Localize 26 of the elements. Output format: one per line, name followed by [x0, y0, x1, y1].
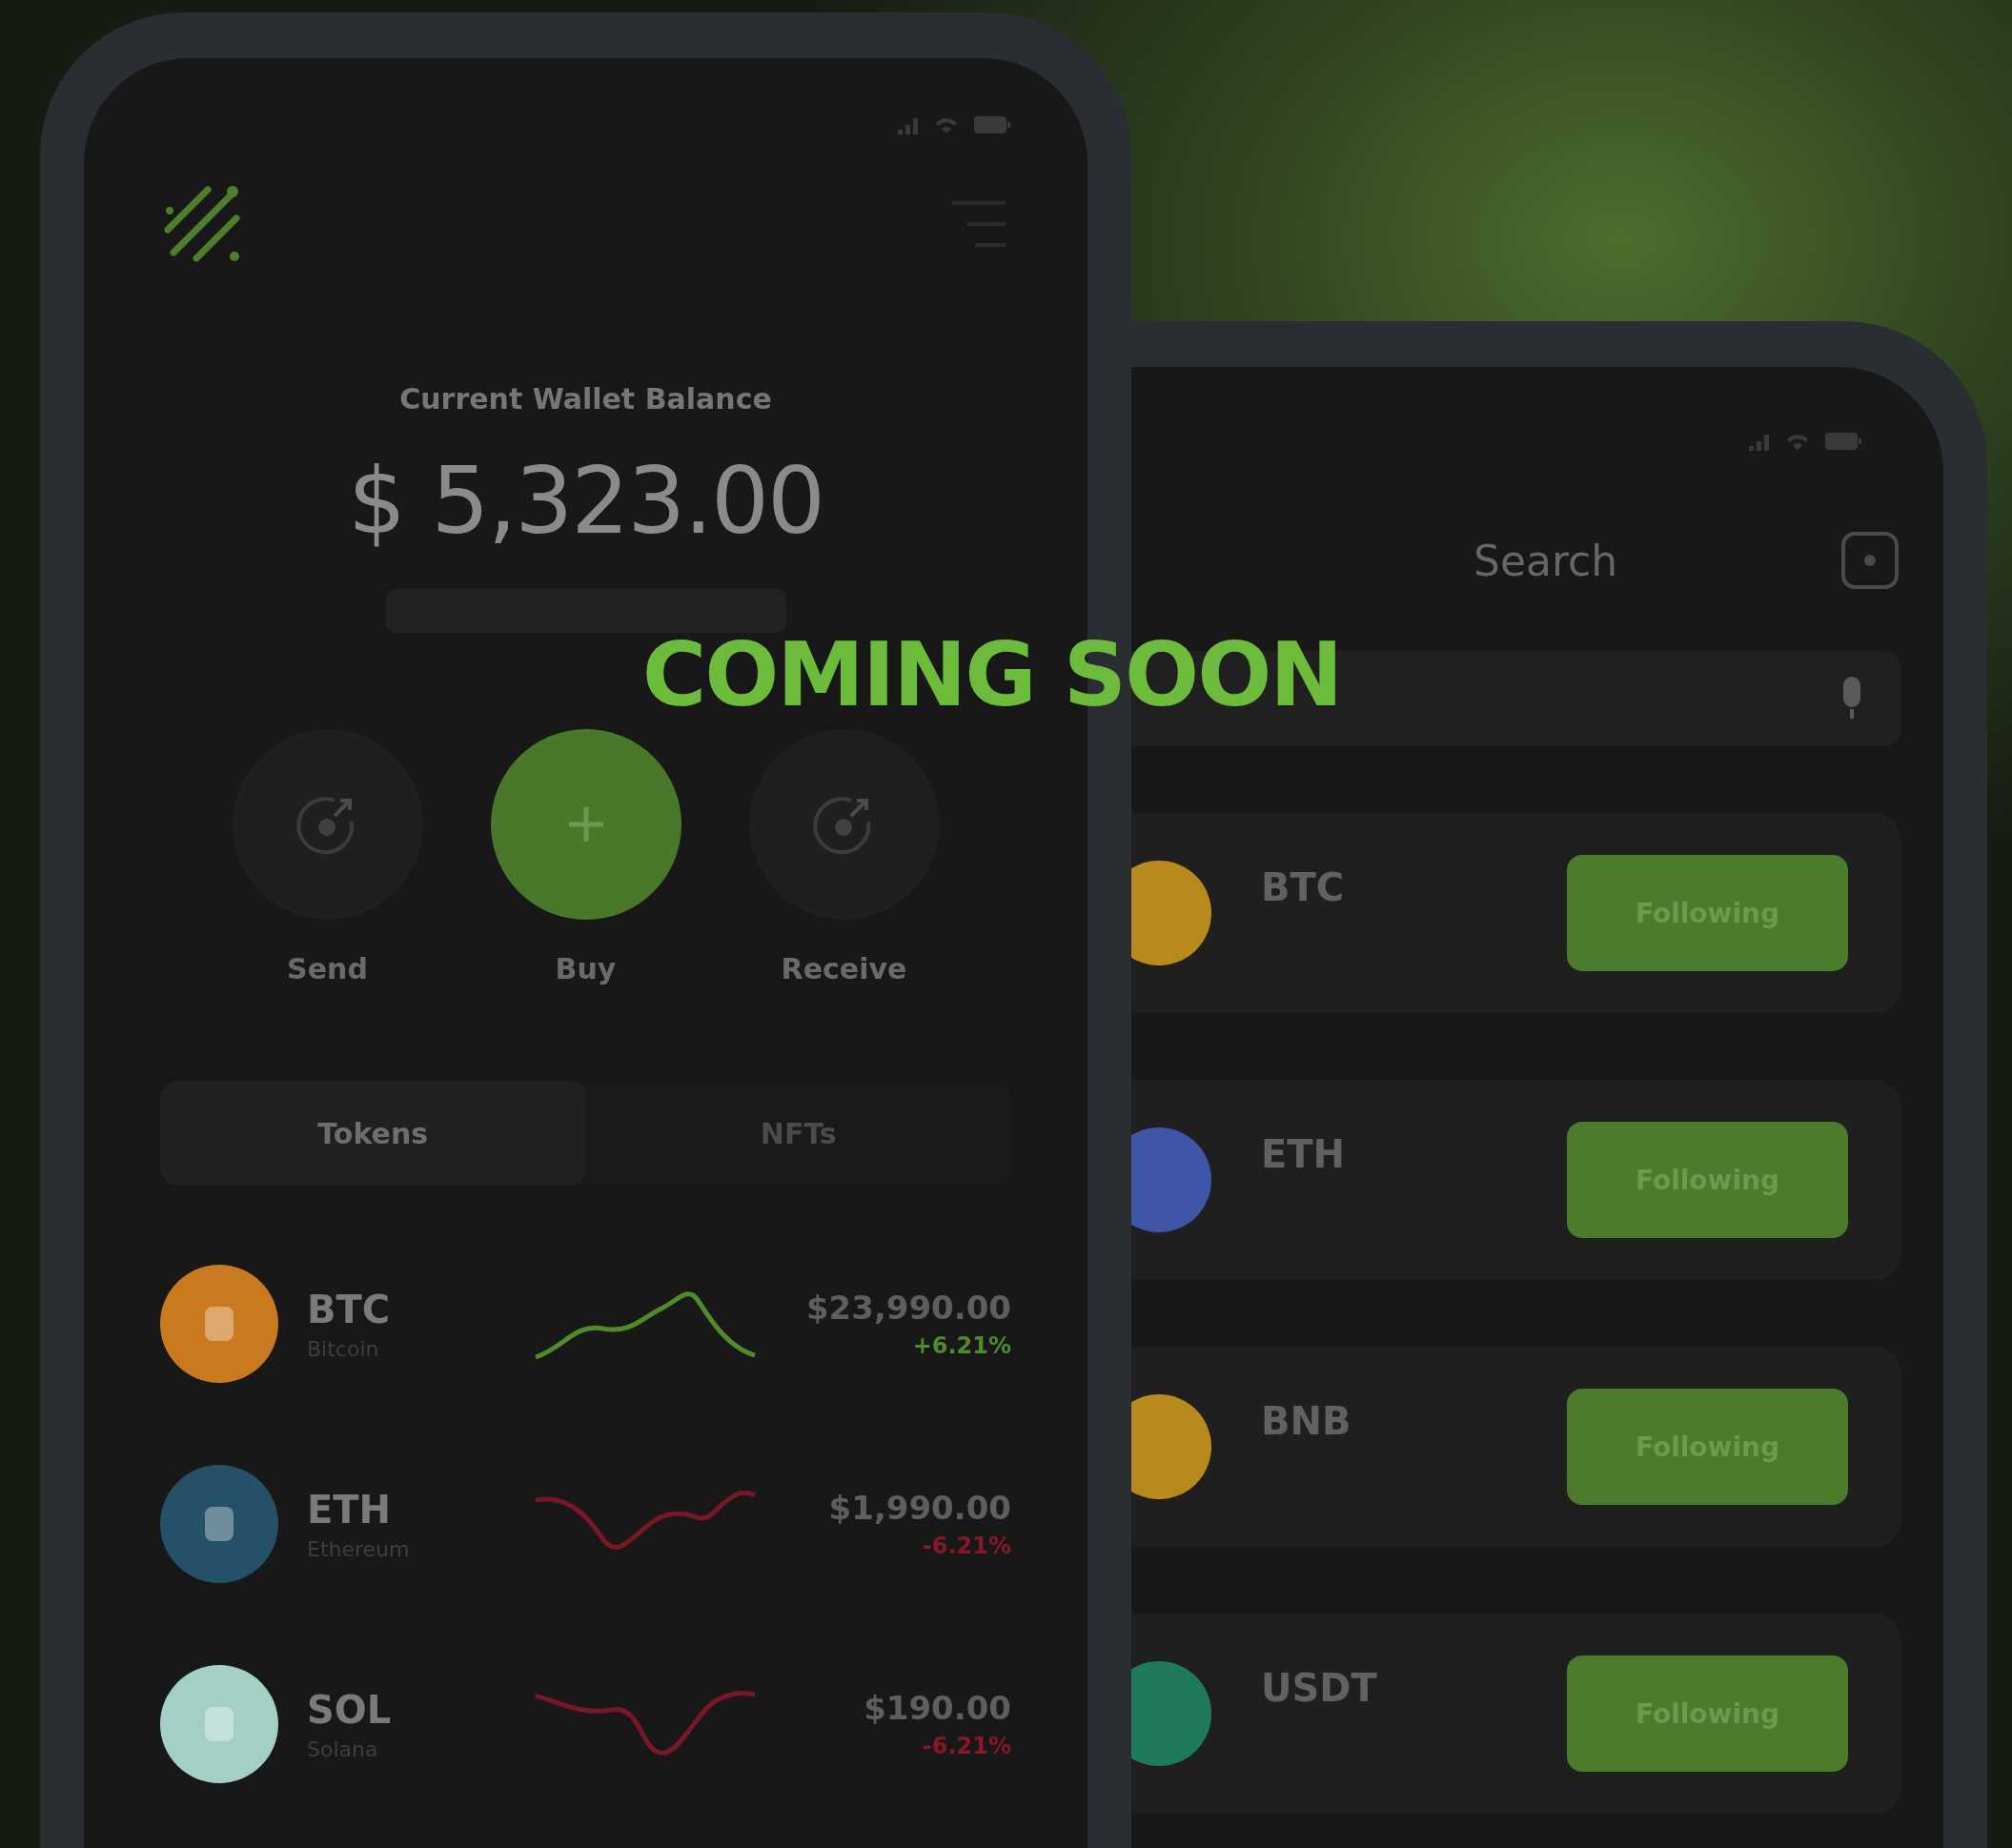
coin-symbol: USDT	[1261, 1666, 1377, 1710]
price-change: -6.21%	[922, 1533, 1011, 1559]
price-change: -6.21%	[922, 1733, 1011, 1759]
action-label: Send	[287, 952, 368, 985]
coin-symbol: BTC	[1261, 865, 1345, 909]
token-symbol: ETH	[307, 1487, 393, 1532]
coin-symbol: ETH	[1261, 1132, 1346, 1176]
plus-icon	[566, 805, 605, 843]
balance-amount: $ 5,323.00	[346, 448, 825, 555]
screen-title: Search	[1473, 536, 1618, 585]
balance-label: Current Wallet Balance	[398, 382, 773, 416]
add-button[interactable]	[1839, 530, 1900, 591]
action-label: Buy	[555, 952, 617, 985]
add-icon	[1839, 530, 1900, 591]
token-price: $23,990.00	[805, 1289, 1011, 1327]
token-price: $190.00	[864, 1689, 1011, 1727]
token-price: $1,990.00	[828, 1489, 1011, 1527]
battery-icon	[1824, 430, 1862, 453]
token-symbol: BTC	[307, 1287, 392, 1331]
battery-icon	[973, 113, 1011, 136]
token-symbol: SOL	[307, 1687, 393, 1732]
tab[interactable]: Tokens	[160, 1081, 586, 1186]
coming-soon-overlay: COMING SOON	[641, 624, 1342, 726]
coin-symbol: BNB	[1261, 1399, 1351, 1443]
price-change: +6.21%	[912, 1332, 1011, 1359]
action-label: Receive	[781, 952, 907, 985]
